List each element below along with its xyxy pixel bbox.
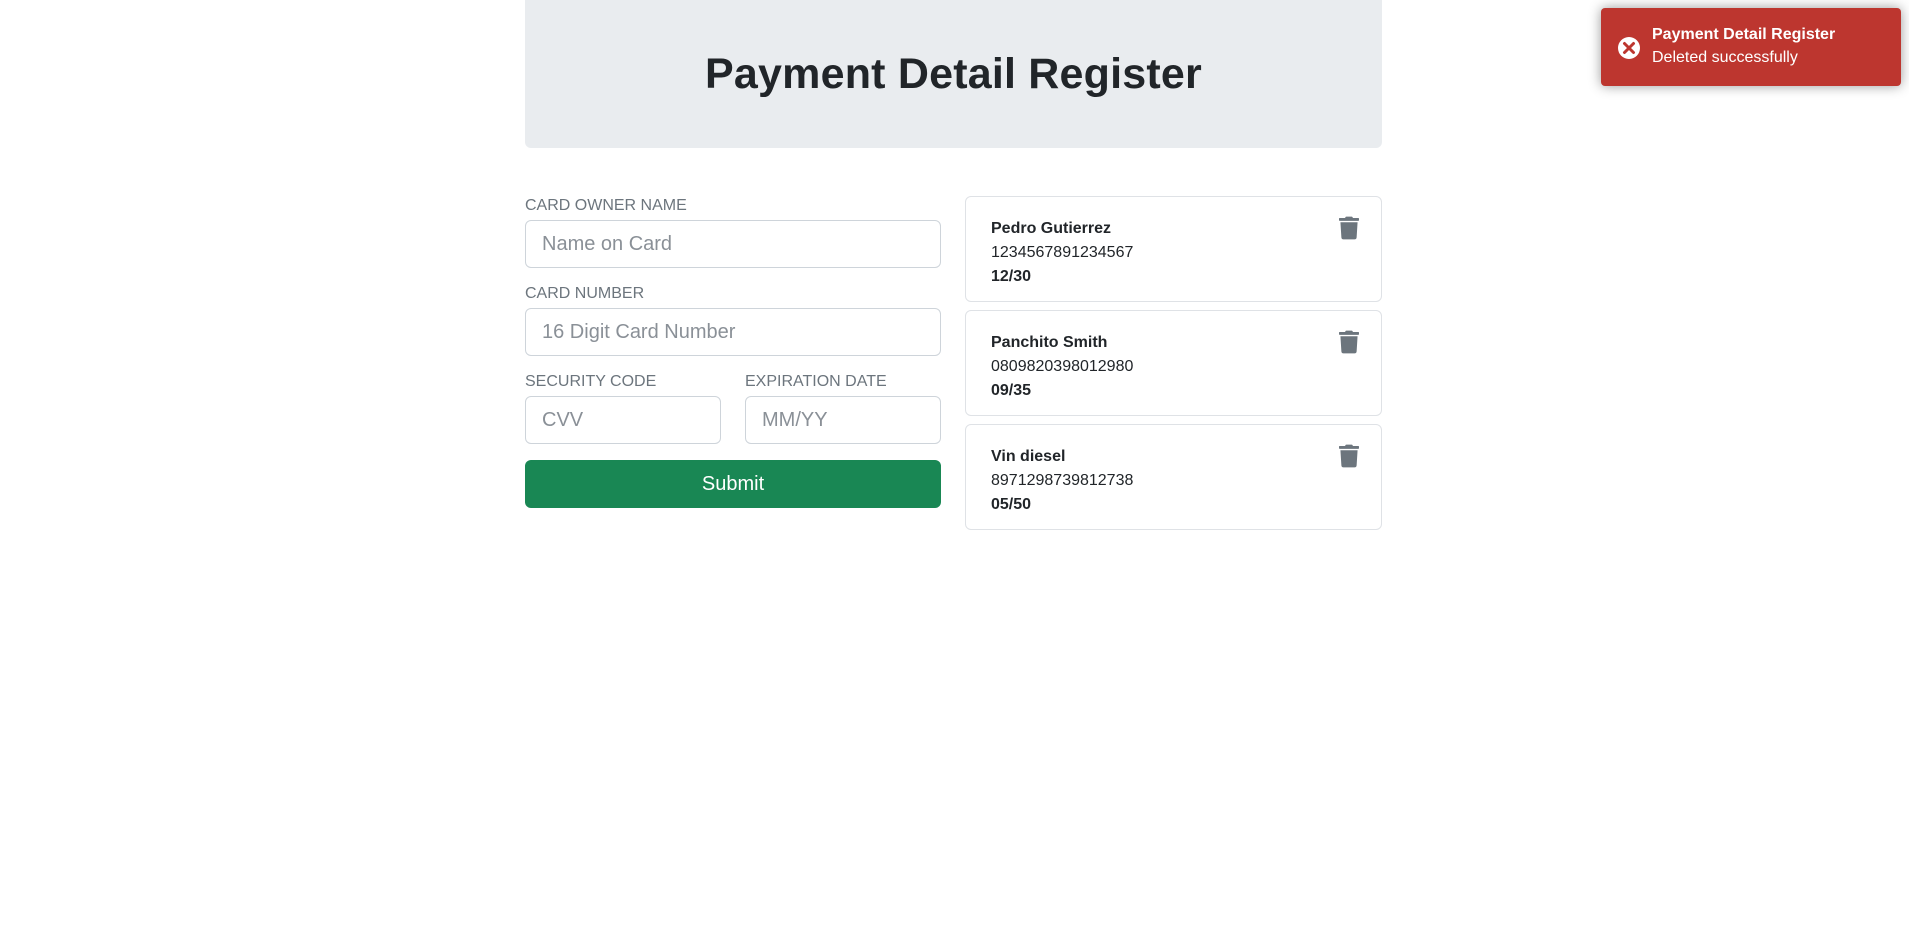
card-number: 8971298739812738 <box>991 472 1134 489</box>
payment-card-item[interactable]: Panchito Smith 0809820398012980 09/35 <box>965 310 1382 416</box>
toast-title: Payment Detail Register <box>1652 26 1836 43</box>
security-code-label: SECURITY CODE <box>525 373 657 390</box>
card-number: 1234567891234567 <box>991 244 1134 261</box>
cvv-expiration-row: SECURITY CODE EXPIRATION DATE <box>525 372 941 460</box>
card-expiration: 09/35 <box>991 382 1032 399</box>
expiration-date-label: EXPIRATION DATE <box>745 373 887 390</box>
toast-message: Deleted successfully <box>1652 49 1798 66</box>
error-circle-icon <box>1618 37 1640 59</box>
expiration-date-input[interactable] <box>745 396 941 444</box>
card-number-group: CARD NUMBER <box>525 284 941 356</box>
card-owner-name: Pedro Gutierrez <box>991 220 1112 237</box>
trash-icon[interactable] <box>1339 216 1359 240</box>
security-code-group: SECURITY CODE <box>525 372 721 444</box>
owner-name-label: CARD OWNER NAME <box>525 197 687 214</box>
card-expiration: 05/50 <box>991 496 1032 513</box>
payment-card-list: Pedro Gutierrez 1234567891234567 12/30 P… <box>965 196 1382 538</box>
trash-icon[interactable] <box>1339 444 1359 468</box>
card-number: 0809820398012980 <box>991 358 1134 375</box>
card-expiration: 12/30 <box>991 268 1032 285</box>
card-owner-name: Panchito Smith <box>991 334 1108 351</box>
owner-name-group: CARD OWNER NAME <box>525 196 941 268</box>
payment-card-item[interactable]: Vin diesel 8971298739812738 05/50 <box>965 424 1382 530</box>
expiration-date-group: EXPIRATION DATE <box>745 372 941 444</box>
trash-icon[interactable] <box>1339 330 1359 354</box>
error-toast[interactable]: Payment Detail Register Deleted successf… <box>1601 8 1901 86</box>
card-number-label: CARD NUMBER <box>525 285 645 302</box>
card-owner-name: Vin diesel <box>991 448 1066 465</box>
submit-button[interactable]: Submit <box>525 460 941 508</box>
page: Payment Detail Register CARD OWNER NAME … <box>0 0 1909 950</box>
page-header: Payment Detail Register <box>525 0 1382 148</box>
payment-form: CARD OWNER NAME CARD NUMBER SECURITY COD… <box>525 196 941 508</box>
card-number-input[interactable] <box>525 308 941 356</box>
payment-card-item[interactable]: Pedro Gutierrez 1234567891234567 12/30 <box>965 196 1382 302</box>
owner-name-input[interactable] <box>525 220 941 268</box>
security-code-input[interactable] <box>525 396 721 444</box>
page-title: Payment Detail Register <box>705 49 1202 98</box>
